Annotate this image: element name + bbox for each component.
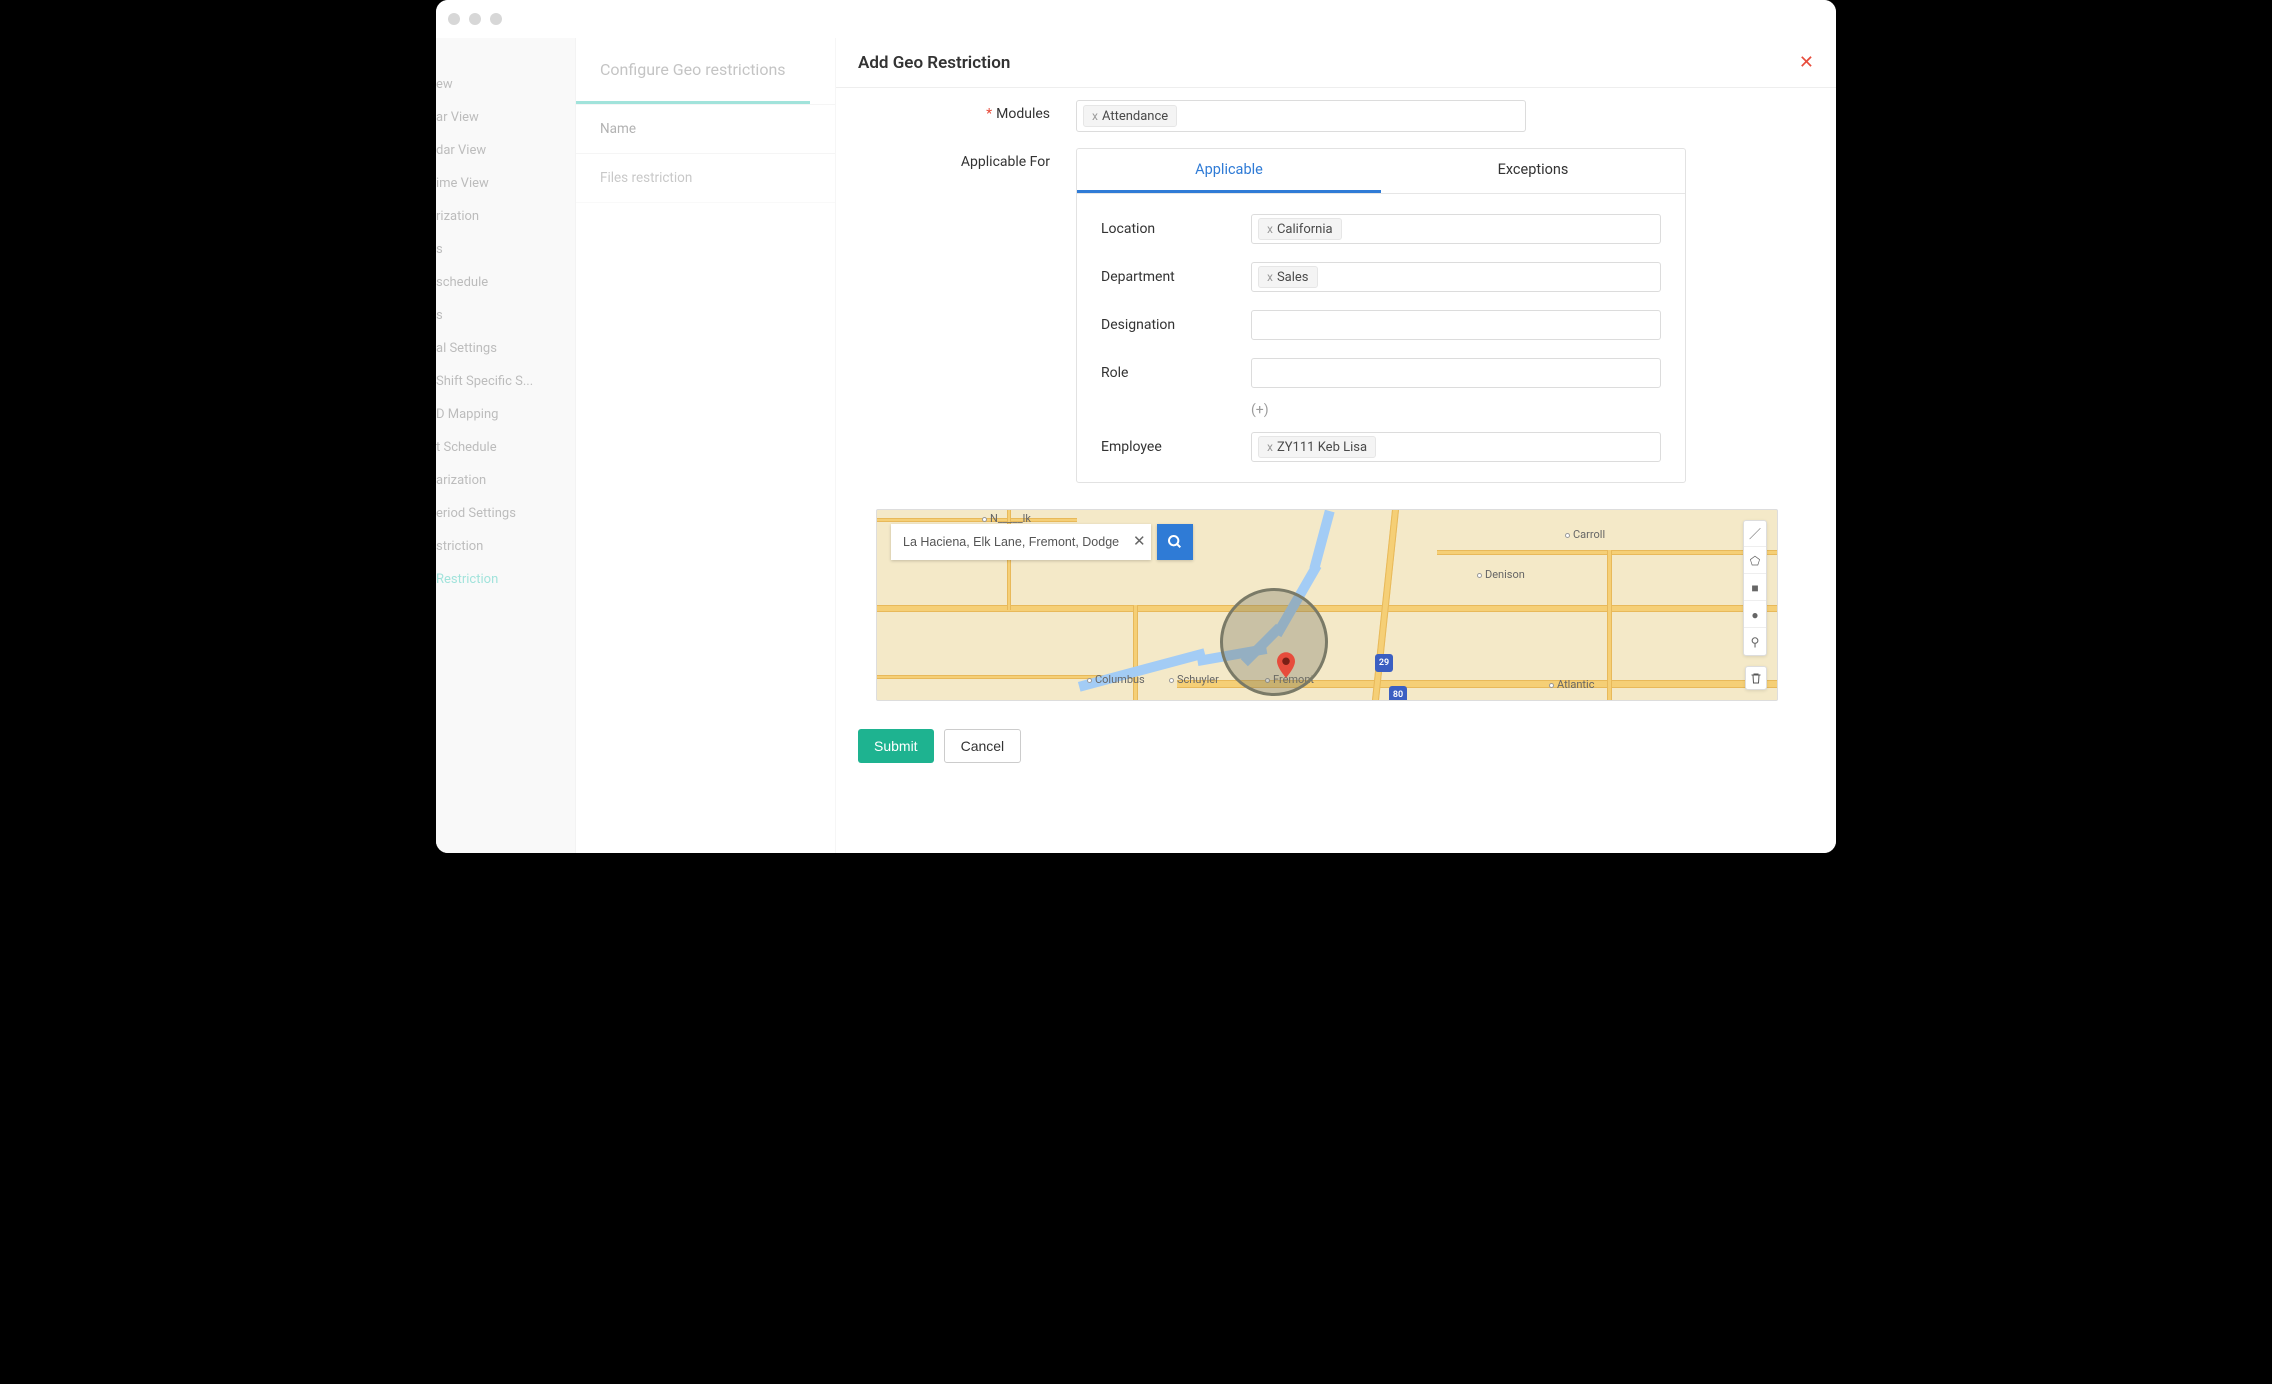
draw-rect-icon[interactable]: ■ — [1744, 575, 1766, 601]
applicable-panel: Applicable Exceptions Location x — [1076, 148, 1686, 483]
employee-tag: x ZY111 Keb Lisa — [1258, 436, 1376, 458]
remove-tag-icon[interactable]: x — [1092, 109, 1098, 123]
label-department: Department — [1101, 269, 1251, 285]
window-close-dot[interactable] — [448, 13, 460, 25]
draw-circle-icon[interactable]: ● — [1744, 602, 1766, 628]
label-location: Location — [1101, 221, 1251, 237]
mid-panel-title: Configure Geo restrictions — [576, 38, 810, 104]
title-bar — [436, 0, 1836, 38]
window-max-dot[interactable] — [490, 13, 502, 25]
city-label: Schuyler — [1169, 673, 1219, 686]
sidebar-item-georestriction[interactable]: Restriction — [436, 563, 575, 596]
location-input[interactable]: x California — [1251, 214, 1661, 244]
city-label: Denison — [1477, 568, 1525, 581]
tabs: Applicable Exceptions — [1077, 149, 1685, 194]
map-tools: ／ ⬠ ■ ● ⚲ — [1743, 520, 1767, 656]
sidebar-item[interactable]: ime View — [436, 167, 575, 200]
sidebar-item[interactable]: dar View — [436, 134, 575, 167]
sidebar-item[interactable]: ar View — [436, 101, 575, 134]
remove-tag-icon[interactable]: x — [1267, 270, 1273, 284]
city-label: Columbus — [1087, 673, 1145, 686]
label-applicable-for: Applicable For — [836, 148, 1076, 170]
tab-applicable[interactable]: Applicable — [1077, 149, 1381, 193]
employee-input[interactable]: x ZY111 Keb Lisa — [1251, 432, 1661, 462]
modal-title: Add Geo Restriction — [858, 53, 1010, 73]
label-modules: Modules — [836, 100, 1076, 122]
remove-tag-icon[interactable]: x — [1267, 222, 1273, 236]
designation-input[interactable] — [1251, 310, 1661, 340]
sidebar-item[interactable]: rization — [436, 200, 575, 233]
department-tag: x Sales — [1258, 266, 1318, 288]
sidebar-item[interactable]: eriod Settings — [436, 497, 575, 530]
department-input[interactable]: x Sales — [1251, 262, 1661, 292]
draw-marker-icon[interactable]: ⚲ — [1744, 629, 1766, 655]
sidebar-item[interactable]: al Settings — [436, 332, 575, 365]
sidebar-item[interactable]: arization — [436, 464, 575, 497]
window-frame: ew ar View dar View ime View rization s … — [436, 0, 1836, 853]
map-search: ✕ — [891, 524, 1193, 560]
cancel-button[interactable]: Cancel — [944, 729, 1022, 763]
modules-input[interactable]: x Attendance — [1076, 100, 1526, 132]
highway-shield: 29 — [1375, 654, 1393, 672]
module-tag-label: Attendance — [1102, 109, 1168, 124]
employee-tag-label: ZY111 Keb Lisa — [1277, 440, 1367, 455]
city-label: Carroll — [1565, 528, 1605, 541]
remove-tag-icon[interactable]: x — [1267, 440, 1273, 454]
mid-panel-header-name: Name — [576, 105, 835, 154]
label-role: Role — [1101, 365, 1251, 381]
main-panel: Add Geo Restriction ✕ Modules x Attendan… — [836, 38, 1836, 853]
city-label: Atlantic — [1549, 678, 1594, 691]
mid-panel-row[interactable]: Files restriction — [576, 154, 835, 203]
role-input[interactable] — [1251, 358, 1661, 388]
sidebar-item[interactable]: s — [436, 299, 575, 332]
tab-exceptions[interactable]: Exceptions — [1381, 149, 1685, 193]
department-tag-label: Sales — [1277, 270, 1309, 285]
search-icon — [1167, 534, 1183, 550]
draw-line-icon[interactable]: ／ — [1744, 521, 1766, 547]
sidebar-item[interactable]: schedule — [436, 266, 575, 299]
sidebar-item[interactable]: ew — [436, 68, 575, 101]
module-tag: x Attendance — [1083, 105, 1177, 127]
sidebar-item[interactable]: s — [436, 233, 575, 266]
footer: Submit Cancel — [836, 717, 1836, 775]
window-min-dot[interactable] — [469, 13, 481, 25]
close-icon[interactable]: ✕ — [1799, 52, 1814, 73]
submit-button[interactable]: Submit — [858, 729, 934, 763]
highway-shield: 80 — [1389, 686, 1407, 701]
sidebar-item[interactable]: t Schedule — [436, 431, 575, 464]
map-search-input[interactable] — [891, 524, 1151, 560]
sidebar-item[interactable]: striction — [436, 530, 575, 563]
location-tag: x California — [1258, 218, 1342, 240]
location-tag-label: California — [1277, 222, 1333, 237]
clear-search-icon[interactable]: ✕ — [1133, 532, 1146, 550]
mid-panel: Configure Geo restrictions Name Files re… — [576, 38, 836, 853]
sidebar-item[interactable]: D Mapping — [436, 398, 575, 431]
map-pin-icon[interactable] — [1277, 652, 1295, 678]
map[interactable]: N_____lk Columbus Schuyler Fremont Carro… — [876, 509, 1778, 701]
sidebar-item[interactable]: Shift Specific S... — [436, 365, 575, 398]
tab-content: Location x California — [1077, 194, 1685, 482]
geo-radius-circle[interactable] — [1220, 588, 1328, 696]
label-employee: Employee — [1101, 439, 1251, 455]
search-button[interactable] — [1157, 524, 1193, 560]
draw-polygon-icon[interactable]: ⬠ — [1744, 548, 1766, 574]
delete-shape-icon[interactable] — [1745, 666, 1767, 690]
label-designation: Designation — [1101, 317, 1251, 333]
sidebar: ew ar View dar View ime View rization s … — [436, 38, 576, 853]
add-more-link[interactable]: (+) — [1251, 402, 1661, 418]
modal-header: Add Geo Restriction ✕ — [836, 38, 1836, 88]
